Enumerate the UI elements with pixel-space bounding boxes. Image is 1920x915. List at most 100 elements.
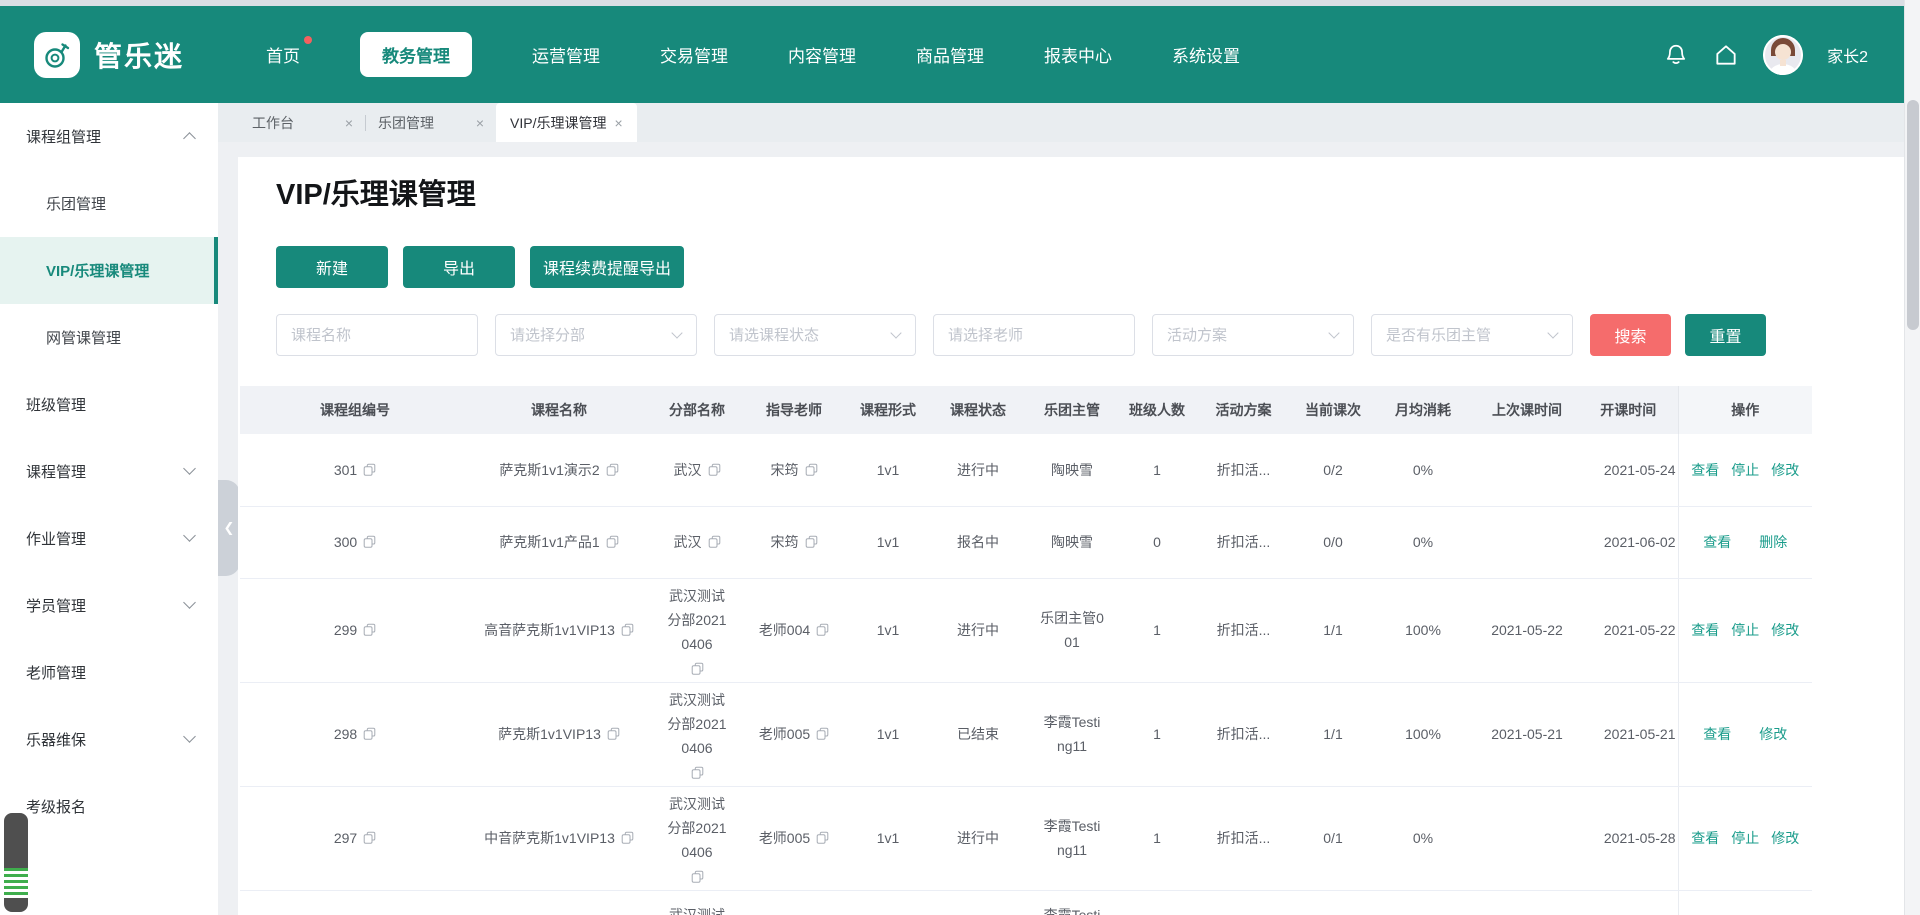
notification-dot: [304, 36, 312, 44]
row-action-link[interactable]: 查看: [1691, 460, 1719, 480]
row-action-link[interactable]: 查看: [1691, 618, 1719, 642]
col-course-name: 课程名称: [470, 386, 648, 434]
nav-item-products[interactable]: 商品管理: [916, 42, 984, 67]
copy-icon[interactable]: [621, 831, 634, 845]
filter-bar: 搜索 重置: [276, 314, 1766, 356]
left-scrollbar-artifact[interactable]: [4, 813, 28, 912]
nav-item-academic[interactable]: 教务管理: [360, 32, 472, 77]
col-status: 课程状态: [934, 386, 1022, 434]
copy-icon[interactable]: [816, 727, 829, 741]
sidebar-item-course-mgmt[interactable]: 课程管理: [0, 438, 218, 505]
row-action-link[interactable]: 查看: [1703, 722, 1731, 746]
sidebar-item-grade-exam[interactable]: 考级报名: [0, 773, 218, 840]
row-action-link[interactable]: 修改: [1771, 618, 1799, 642]
has-manager-input[interactable]: [1371, 314, 1573, 356]
sidebar-item-students[interactable]: 学员管理: [0, 572, 218, 639]
row-action-link[interactable]: 修改: [1759, 722, 1787, 746]
table-row: 298萨克斯1v1VIP13武汉测试分部20210406老师0051v1已结束李…: [240, 682, 1812, 786]
copy-icon[interactable]: [363, 463, 376, 477]
table-header-row: 课程组编号 课程名称 分部名称 指导老师 课程形式 课程状态 乐团主管 班级人数…: [240, 386, 1812, 434]
sidebar-item-class[interactable]: 班级管理: [0, 371, 218, 438]
course-name-field: [276, 314, 478, 356]
tab-orchestra[interactable]: 乐团管理 ×: [366, 103, 496, 142]
branch-select-input[interactable]: [495, 314, 697, 356]
copy-icon[interactable]: [691, 766, 704, 780]
tab-workbench[interactable]: 工作台 ×: [240, 103, 365, 142]
user-name[interactable]: 家长2: [1827, 43, 1868, 67]
tab-vip-course[interactable]: VIP/乐理课管理 ×: [496, 103, 637, 142]
row-action-link[interactable]: 停止: [1731, 460, 1759, 480]
nav-item-operations[interactable]: 运营管理: [532, 42, 600, 67]
row-action-link[interactable]: 删除: [1759, 532, 1787, 552]
copy-icon[interactable]: [607, 727, 620, 741]
app-title: 管乐迷: [94, 35, 184, 75]
row-action-link[interactable]: 查看: [1703, 532, 1731, 552]
copy-icon[interactable]: [606, 463, 619, 477]
course-status-select: [714, 314, 916, 356]
chevron-down-icon: [183, 462, 196, 475]
sidebar-item-teachers[interactable]: 老师管理: [0, 639, 218, 706]
chevron-down-icon: [183, 596, 196, 609]
sidebar-item-vip-course[interactable]: VIP/乐理课管理: [0, 237, 218, 304]
course-status-input[interactable]: [714, 314, 916, 356]
close-icon[interactable]: ×: [345, 116, 353, 130]
course-table: 课程组编号 课程名称 分部名称 指导老师 课程形式 课程状态 乐团主管 班级人数…: [240, 386, 1812, 915]
close-icon[interactable]: ×: [476, 116, 484, 130]
create-button[interactable]: 新建: [276, 246, 388, 288]
copy-icon[interactable]: [708, 535, 721, 549]
copy-icon[interactable]: [363, 831, 376, 845]
activity-plan-input[interactable]: [1152, 314, 1354, 356]
copy-icon[interactable]: [691, 662, 704, 676]
sidebar-item-homework[interactable]: 作业管理: [0, 505, 218, 572]
scrollbar-thumb[interactable]: [1907, 100, 1919, 330]
copy-icon[interactable]: [805, 535, 818, 549]
home-icon[interactable]: [1713, 42, 1739, 68]
toolbar: 新建 导出 课程续费提醒导出: [276, 246, 684, 288]
copy-icon[interactable]: [816, 623, 829, 637]
sidebar-collapse-handle[interactable]: ❮: [218, 480, 240, 576]
sidebar-item-course-group[interactable]: 课程组管理: [0, 103, 218, 170]
copy-icon[interactable]: [621, 623, 634, 637]
chevron-down-icon: [183, 529, 196, 542]
avatar[interactable]: [1763, 35, 1803, 75]
row-action-link[interactable]: 停止: [1731, 826, 1759, 850]
row-action-link[interactable]: 修改: [1771, 460, 1799, 480]
row-action-link[interactable]: 修改: [1771, 826, 1799, 850]
export-button[interactable]: 导出: [403, 246, 515, 288]
copy-icon[interactable]: [708, 463, 721, 477]
nav-item-settings[interactable]: 系统设置: [1172, 42, 1240, 67]
copy-icon[interactable]: [363, 727, 376, 741]
col-branch: 分部名称: [648, 386, 746, 434]
col-group-id: 课程组编号: [240, 386, 470, 434]
copy-icon[interactable]: [363, 623, 376, 637]
course-name-input[interactable]: [276, 314, 478, 356]
nav-item-home[interactable]: 首页: [266, 42, 300, 67]
nav-item-content[interactable]: 内容管理: [788, 42, 856, 67]
teacher-field: [933, 314, 1135, 356]
reset-button[interactable]: 重置: [1685, 314, 1766, 356]
table-row: 297中音萨克斯1v1VIP13武汉测试分部20210406老师0051v1进行…: [240, 786, 1812, 890]
nav-item-transactions[interactable]: 交易管理: [660, 42, 728, 67]
chevron-down-icon: [183, 730, 196, 743]
close-icon[interactable]: ×: [614, 116, 622, 130]
nav-item-reports[interactable]: 报表中心: [1044, 42, 1112, 67]
sidebar-item-online-course[interactable]: 网管课管理: [0, 304, 218, 371]
teacher-input[interactable]: [933, 314, 1135, 356]
table-row: 301萨克斯1v1演示2武汉宋筠1v1进行中陶映雪1折扣活...0/20%202…: [240, 434, 1812, 506]
copy-icon[interactable]: [363, 535, 376, 549]
sidebar-item-orchestra[interactable]: 乐团管理: [0, 170, 218, 237]
copy-icon[interactable]: [805, 463, 818, 477]
search-button[interactable]: 搜索: [1590, 314, 1671, 356]
sidebar-item-instrument[interactable]: 乐器维保: [0, 706, 218, 773]
copy-icon[interactable]: [691, 870, 704, 884]
row-action-link[interactable]: 停止: [1731, 618, 1759, 642]
branch-select: [495, 314, 697, 356]
row-action-link[interactable]: 查看: [1691, 826, 1719, 850]
page-scrollbar[interactable]: [1904, 0, 1920, 915]
col-actions: 操作: [1678, 386, 1812, 434]
activity-plan-select: [1152, 314, 1354, 356]
copy-icon[interactable]: [816, 831, 829, 845]
bell-icon[interactable]: [1663, 42, 1689, 68]
renewal-export-button[interactable]: 课程续费提醒导出: [530, 246, 684, 288]
copy-icon[interactable]: [606, 535, 619, 549]
